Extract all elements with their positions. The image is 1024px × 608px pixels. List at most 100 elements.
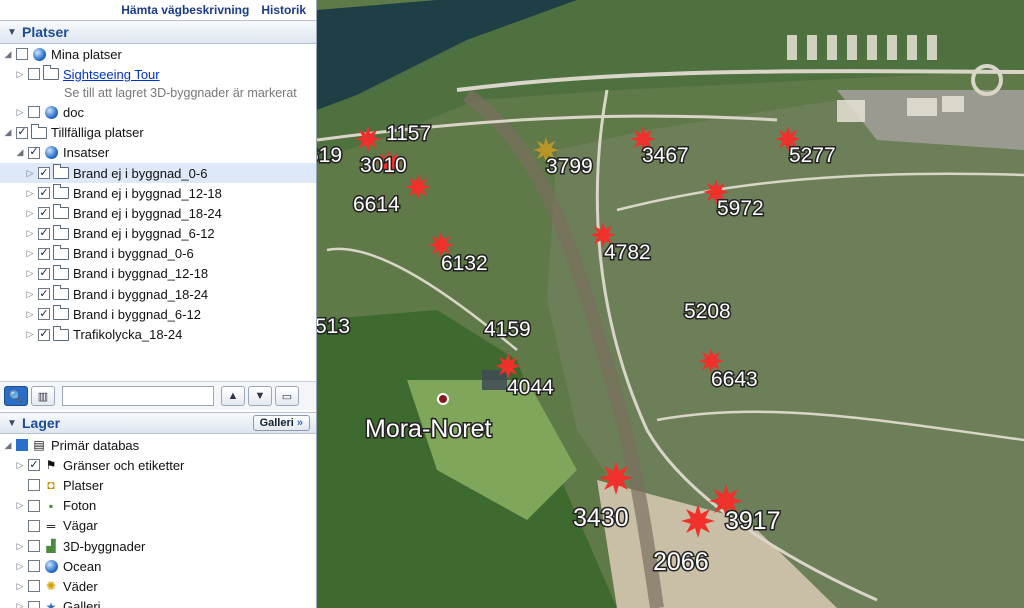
expand-arrow-icon[interactable]: ▷ [24,329,36,340]
incident-count-label: 2066 [653,548,709,576]
tree-item-layer[interactable]: ▷ ✓ Brand i byggnad_18-24 [0,284,316,304]
checkbox[interactable]: ✓ [16,126,28,139]
expand-arrow-icon[interactable]: ▷ [14,601,26,608]
tree-item-layer[interactable]: ▷ ✓ Brand ej i byggnad_6-12 [0,224,316,244]
checkbox[interactable] [28,68,40,81]
fire-incident-icon[interactable] [599,461,633,495]
expand-arrow-icon[interactable]: ◢ [14,147,26,158]
checkbox[interactable]: ✓ [38,207,50,220]
folder-open-icon [31,123,47,140]
expand-arrow-icon[interactable]: ▷ [24,228,36,239]
folder-menu-icon[interactable]: ▭ [275,386,299,406]
expand-arrow-icon[interactable]: ▷ [14,581,26,592]
layer-item-label: Platser [63,477,104,493]
checkbox[interactable]: ✓ [28,146,40,159]
checkbox[interactable] [16,439,28,452]
checkbox[interactable] [28,540,40,553]
layer-item[interactable]: ▷ Ocean [0,556,316,576]
expand-arrow-icon[interactable]: ▷ [24,188,36,199]
collapse-arrow-icon[interactable]: ▼ [6,27,18,38]
expand-arrow-icon[interactable]: ▷ [14,541,26,552]
sightseeing-tour-link[interactable]: Sightseeing Tour [63,67,160,82]
building-icon: ▟ [46,539,56,554]
incident-count-label: 5208 [684,300,731,323]
satellite-map[interactable]: Mora-Noret 1157 619 3010 3799 3467 5277 6614 59… [317,0,1024,608]
sidebar-panel: Hämta vägbeskrivning Historik ▼ Platser ◢… [0,0,317,608]
expand-arrow-icon[interactable]: ◢ [2,49,14,60]
layer-item[interactable]: ▷ ✺ Väder [0,576,316,596]
map-view[interactable]: Mora-Noret 1157 619 3010 3799 3467 5277 6614 59… [317,0,1024,608]
gallery-button[interactable]: Galleri » [252,415,310,431]
layer-item[interactable]: ◘ Platser [0,475,316,495]
checkbox[interactable] [28,519,40,532]
panel-toggle-icon[interactable]: ▥ [31,386,55,406]
checkbox[interactable] [28,580,40,593]
tree-item-layer[interactable]: ▷ ✓ Brand i byggnad_0-6 [0,244,316,264]
move-down-icon[interactable]: ▼ [248,386,272,406]
place-marker-icon[interactable] [437,393,449,405]
tree-item-layer[interactable]: ▷ ✓ Brand i byggnad_6-12 [0,304,316,324]
move-up-icon[interactable]: ▲ [221,386,245,406]
expand-arrow-icon[interactable]: ◢ [2,440,14,451]
tree-item-mina-platser[interactable]: ◢ Mina platser [0,44,316,64]
layer-item-primar[interactable]: ◢ ▤ Primär databas [0,435,316,455]
tree-item-layer[interactable]: ▷ ✓ Brand ej i byggnad_0-6 [0,162,316,184]
layers-header[interactable]: ▼ Lager Galleri » [0,412,316,434]
tree-item-layer[interactable]: ▷ ✓ Brand ej i byggnad_18-24 [0,203,316,223]
checkbox[interactable] [28,106,40,119]
expand-arrow-icon[interactable]: ▷ [24,309,36,320]
expand-arrow-icon[interactable]: ▷ [24,248,36,259]
checkbox[interactable]: ✓ [38,328,50,341]
incident-count-label: 5277 [789,144,836,167]
expand-arrow-icon[interactable]: ▷ [14,460,26,471]
expand-arrow-icon[interactable]: ◢ [2,127,14,138]
tree-item-tillfalliga[interactable]: ◢ ✓ Tillfälliga platser [0,123,316,143]
tree-item-insatser[interactable]: ◢ ✓ Insatser [0,143,316,163]
layer-item[interactable]: ▷ ★ Galleri [0,597,316,608]
expand-arrow-icon[interactable]: ▷ [14,107,26,118]
layer-item[interactable]: ═ Vägar [0,516,316,536]
checkbox[interactable] [28,479,40,492]
checkbox[interactable] [16,48,28,61]
checkbox[interactable]: ✓ [38,187,50,200]
tree-item-layer[interactable]: ▷ ✓ Brand i byggnad_12-18 [0,264,316,284]
checkbox[interactable]: ✓ [38,247,50,260]
fire-incident-icon[interactable] [681,504,715,538]
tree-item-doc[interactable]: ▷ doc [0,102,316,122]
checkbox[interactable] [28,600,40,608]
tree-item-label: Brand ej i byggnad_6-12 [73,226,215,242]
expand-arrow-icon[interactable]: ▷ [14,69,26,80]
layer-item[interactable]: ▷ ▟ 3D-byggnader [0,536,316,556]
checkbox[interactable]: ✓ [38,227,50,240]
layer-item[interactable]: ▷ ▪ Foton [0,496,316,516]
tree-item-layer[interactable]: ▷ ✓ Brand ej i byggnad_12-18 [0,183,316,203]
fire-incident-icon[interactable] [355,126,381,152]
checkbox[interactable]: ✓ [38,167,50,180]
expand-arrow-icon[interactable]: ▷ [24,289,36,300]
expand-arrow-icon[interactable]: ▷ [24,168,36,179]
search-icon[interactable]: 🔍 [4,386,28,406]
ocean-globe-icon [43,559,59,573]
expand-arrow-icon[interactable]: ▷ [24,268,36,279]
fire-incident-icon[interactable] [405,174,431,200]
layers-tree: ◢ ▤ Primär databas ▷ ✓ ⚑ Gränser och eti… [0,435,316,608]
layer-item[interactable]: ▷ ✓ ⚑ Gränser och etiketter [0,455,316,475]
expand-arrow-icon[interactable]: ▷ [14,561,26,572]
weather-sun-icon: ✺ [45,579,57,594]
checkbox[interactable] [28,499,40,512]
checkbox[interactable] [28,560,40,573]
history-link[interactable]: Historik [261,3,306,17]
checkbox[interactable]: ✓ [38,308,50,321]
checkbox[interactable]: ✓ [28,459,40,472]
tree-item-layer[interactable]: ▷ ✓ Trafikolycka_18-24 [0,324,316,344]
collapse-arrow-icon[interactable]: ▼ [6,418,18,429]
places-header[interactable]: ▼ Platser [0,20,316,44]
layers-title: Lager [22,415,61,431]
directions-link[interactable]: Hämta vägbeskrivning [121,3,249,17]
places-search-input[interactable] [62,386,214,406]
checkbox[interactable]: ✓ [38,288,50,301]
tree-item-sightseeing[interactable]: ▷ Sightseeing Tour [0,64,316,84]
expand-arrow-icon[interactable]: ▷ [24,208,36,219]
expand-arrow-icon[interactable]: ▷ [14,500,26,511]
checkbox[interactable]: ✓ [38,267,50,280]
